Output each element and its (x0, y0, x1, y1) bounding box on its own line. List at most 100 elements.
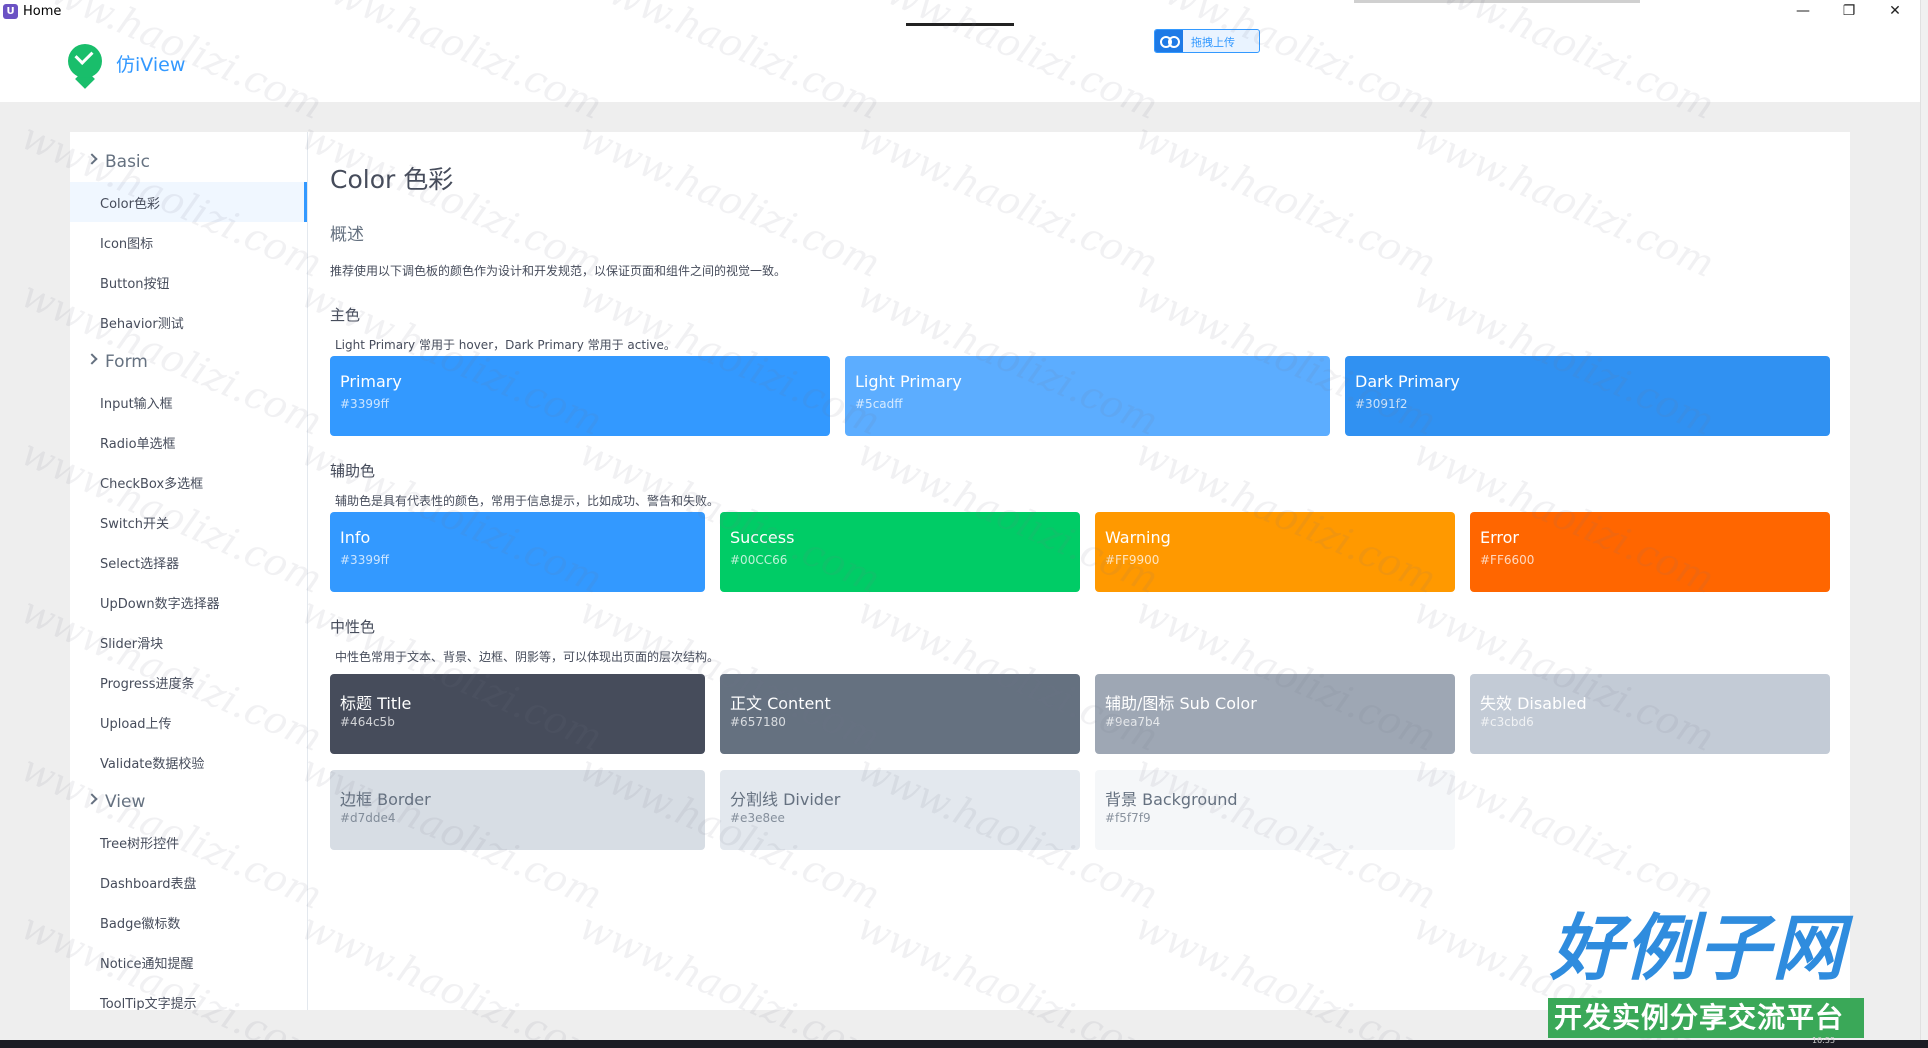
neutral-heading: 中性色 (330, 618, 376, 636)
sidebar-item-label: Icon图标 (100, 237, 154, 252)
overview-heading: 概述 (330, 225, 364, 245)
sidebar-item-label: Upload上传 (100, 717, 172, 732)
swatch-hex: #d7dde4 (340, 811, 396, 825)
swatch-name: Success (730, 528, 795, 547)
sidebar-item-label: ToolTip文字提示 (100, 997, 197, 1010)
swatch-hex: #657180 (730, 715, 786, 729)
color-swatch-sub-color: 辅助/图标 Sub Color #9ea7b4 (1095, 674, 1455, 754)
swatch-name: Warning (1105, 528, 1171, 547)
taskbar-clock: 10:55 (1812, 1036, 1836, 1045)
taskbar: 10:55 (0, 1036, 1928, 1048)
sidebar-item-label: Input输入框 (100, 397, 173, 412)
sidebar-item-icon[interactable]: Icon图标 (70, 222, 307, 262)
color-swatch-title: 标题 Title #464c5b (330, 674, 705, 754)
swatch-name: Info (340, 528, 371, 547)
window-scrollbar[interactable] (1920, 0, 1928, 1048)
sidebar-item-updown[interactable]: UpDown数字选择器 (70, 582, 307, 622)
chevron-right-icon (86, 793, 98, 805)
sidebar-item-checkbox[interactable]: CheckBox多选框 (70, 462, 307, 502)
drag-upload-widget[interactable]: 拖拽上传 (1154, 29, 1260, 53)
sidebar-item-progress[interactable]: Progress进度条 (70, 662, 307, 702)
brand-banner: 开发实例分享交流平台 (1548, 998, 1864, 1038)
sidebar-item-label: Tree树形控件 (100, 837, 180, 852)
sidebar-item-label: UpDown数字选择器 (100, 597, 220, 612)
swatch-hex: #3091f2 (1355, 397, 1408, 411)
sidebar-group-form[interactable]: Form (70, 342, 307, 382)
swatch-hex: #c3cbd6 (1480, 715, 1534, 729)
color-swatch-error: Error #FF6600 (1470, 512, 1830, 592)
brand-slogan: 开发实例分享交流平台 (1554, 1001, 1845, 1034)
swatch-hex: #464c5b (340, 715, 395, 729)
sidebar-group-view[interactable]: View (70, 782, 307, 822)
sidebar-item-color[interactable]: Color色彩 (70, 182, 307, 222)
sidebar-group-basic[interactable]: Basic (70, 142, 307, 182)
drag-upload-label: 拖拽上传 (1191, 36, 1235, 49)
sidebar-item-switch[interactable]: Switch开关 (70, 502, 307, 542)
swatch-hex: #3399ff (340, 397, 389, 411)
swatch-name: 标题 Title (340, 694, 412, 713)
overview-text: 推荐使用以下调色板的颜色作为设计和开发规范，以保证页面和组件之间的视觉一致。 (330, 264, 787, 278)
sidebar-item-button[interactable]: Button按钮 (70, 262, 307, 302)
brand-logo-text: 好例子网 (1550, 906, 1847, 990)
sidebar-group-label: Form (105, 352, 148, 372)
swatch-name: 辅助/图标 Sub Color (1105, 694, 1257, 713)
color-swatch-divider: 分割线 Divider #e3e8ee (720, 770, 1080, 850)
chevron-right-icon (86, 153, 98, 165)
sidebar-group-label: Basic (105, 152, 151, 172)
sidebar-item-label: Validate数据校验 (100, 757, 205, 772)
swatch-name: Error (1480, 528, 1519, 547)
sidebar-item-label: Color色彩 (100, 197, 160, 212)
swatch-name: 背景 Background (1105, 790, 1238, 809)
swatch-name: Primary (340, 372, 402, 391)
sidebar-item-notice[interactable]: Notice通知提醒 (70, 942, 307, 982)
sidebar-item-label: Slider滑块 (100, 637, 164, 652)
sidebar-item-dashboard[interactable]: Dashboard表盘 (70, 862, 307, 902)
sidebar-item-label: Progress进度条 (100, 677, 195, 692)
sidebar-item-label: Radio单选框 (100, 437, 176, 452)
swatch-name: 正文 Content (730, 694, 831, 713)
sidebar-item-radio[interactable]: Radio单选框 (70, 422, 307, 462)
minimize-button[interactable]: — (1780, 0, 1826, 24)
sidebar-item-upload[interactable]: Upload上传 (70, 702, 307, 742)
sidebar-item-label: Badge徽标数 (100, 917, 181, 932)
swatch-hex: #5cadff (855, 397, 903, 411)
swatch-hex: #e3e8ee (730, 811, 785, 825)
primary-desc: Light Primary 常用于 hover，Dark Primary 常用于… (335, 338, 676, 352)
sidebar-item-badge[interactable]: Badge徽标数 (70, 902, 307, 942)
maximize-button[interactable]: ❐ (1826, 0, 1872, 24)
color-swatch-border: 边框 Border #d7dde4 (330, 770, 705, 850)
sidebar-item-select[interactable]: Select选择器 (70, 542, 307, 582)
sidebar-item-tree[interactable]: Tree树形控件 (70, 822, 307, 862)
swatch-name: 边框 Border (340, 790, 431, 809)
swatch-hex: #3399ff (340, 553, 389, 567)
main-card: Basic Color色彩 Icon图标 Button按钮 Behavior测试… (70, 132, 1850, 1010)
sidebar-item-label: Button按钮 (100, 277, 170, 292)
app-icon: U (3, 4, 18, 19)
color-swatch-info: Info #3399ff (330, 512, 705, 592)
sidebar-item-behavior[interactable]: Behavior测试 (70, 302, 307, 342)
color-swatch-content: 正文 Content #657180 (720, 674, 1080, 754)
color-swatch-warning: Warning #FF9900 (1095, 512, 1455, 592)
cloud-upload-icon (1155, 30, 1183, 52)
chevron-right-icon (86, 353, 98, 365)
swatch-hex: #FF6600 (1480, 553, 1535, 567)
sidebar-item-input[interactable]: Input输入框 (70, 382, 307, 422)
leaf-logo-icon[interactable] (68, 44, 102, 78)
sidebar-item-label: Notice通知提醒 (100, 957, 194, 972)
sidebar-item-label: Dashboard表盘 (100, 877, 197, 892)
close-button[interactable]: ✕ (1872, 0, 1918, 24)
page-title: Color 色彩 (330, 165, 454, 194)
color-swatch-success: Success #00CC66 (720, 512, 1080, 592)
swatch-hex: #f5f7f9 (1105, 811, 1151, 825)
logo-text[interactable]: 仿iView (116, 50, 185, 77)
color-swatch-disabled: 失效 Disabled #c3cbd6 (1470, 674, 1830, 754)
swatch-name: 失效 Disabled (1480, 694, 1587, 713)
sidebar-item-slider[interactable]: Slider滑块 (70, 622, 307, 662)
color-swatch-primary: Primary #3399ff (330, 356, 830, 436)
sidebar-item-label: Behavior测试 (100, 317, 184, 332)
sidebar: Basic Color色彩 Icon图标 Button按钮 Behavior测试… (70, 132, 308, 1010)
sidebar-item-tooltip[interactable]: ToolTip文字提示 (70, 982, 307, 1010)
secondary-heading: 辅助色 (330, 462, 376, 480)
sidebar-item-validate[interactable]: Validate数据校验 (70, 742, 307, 782)
window-title: Home (23, 4, 62, 19)
